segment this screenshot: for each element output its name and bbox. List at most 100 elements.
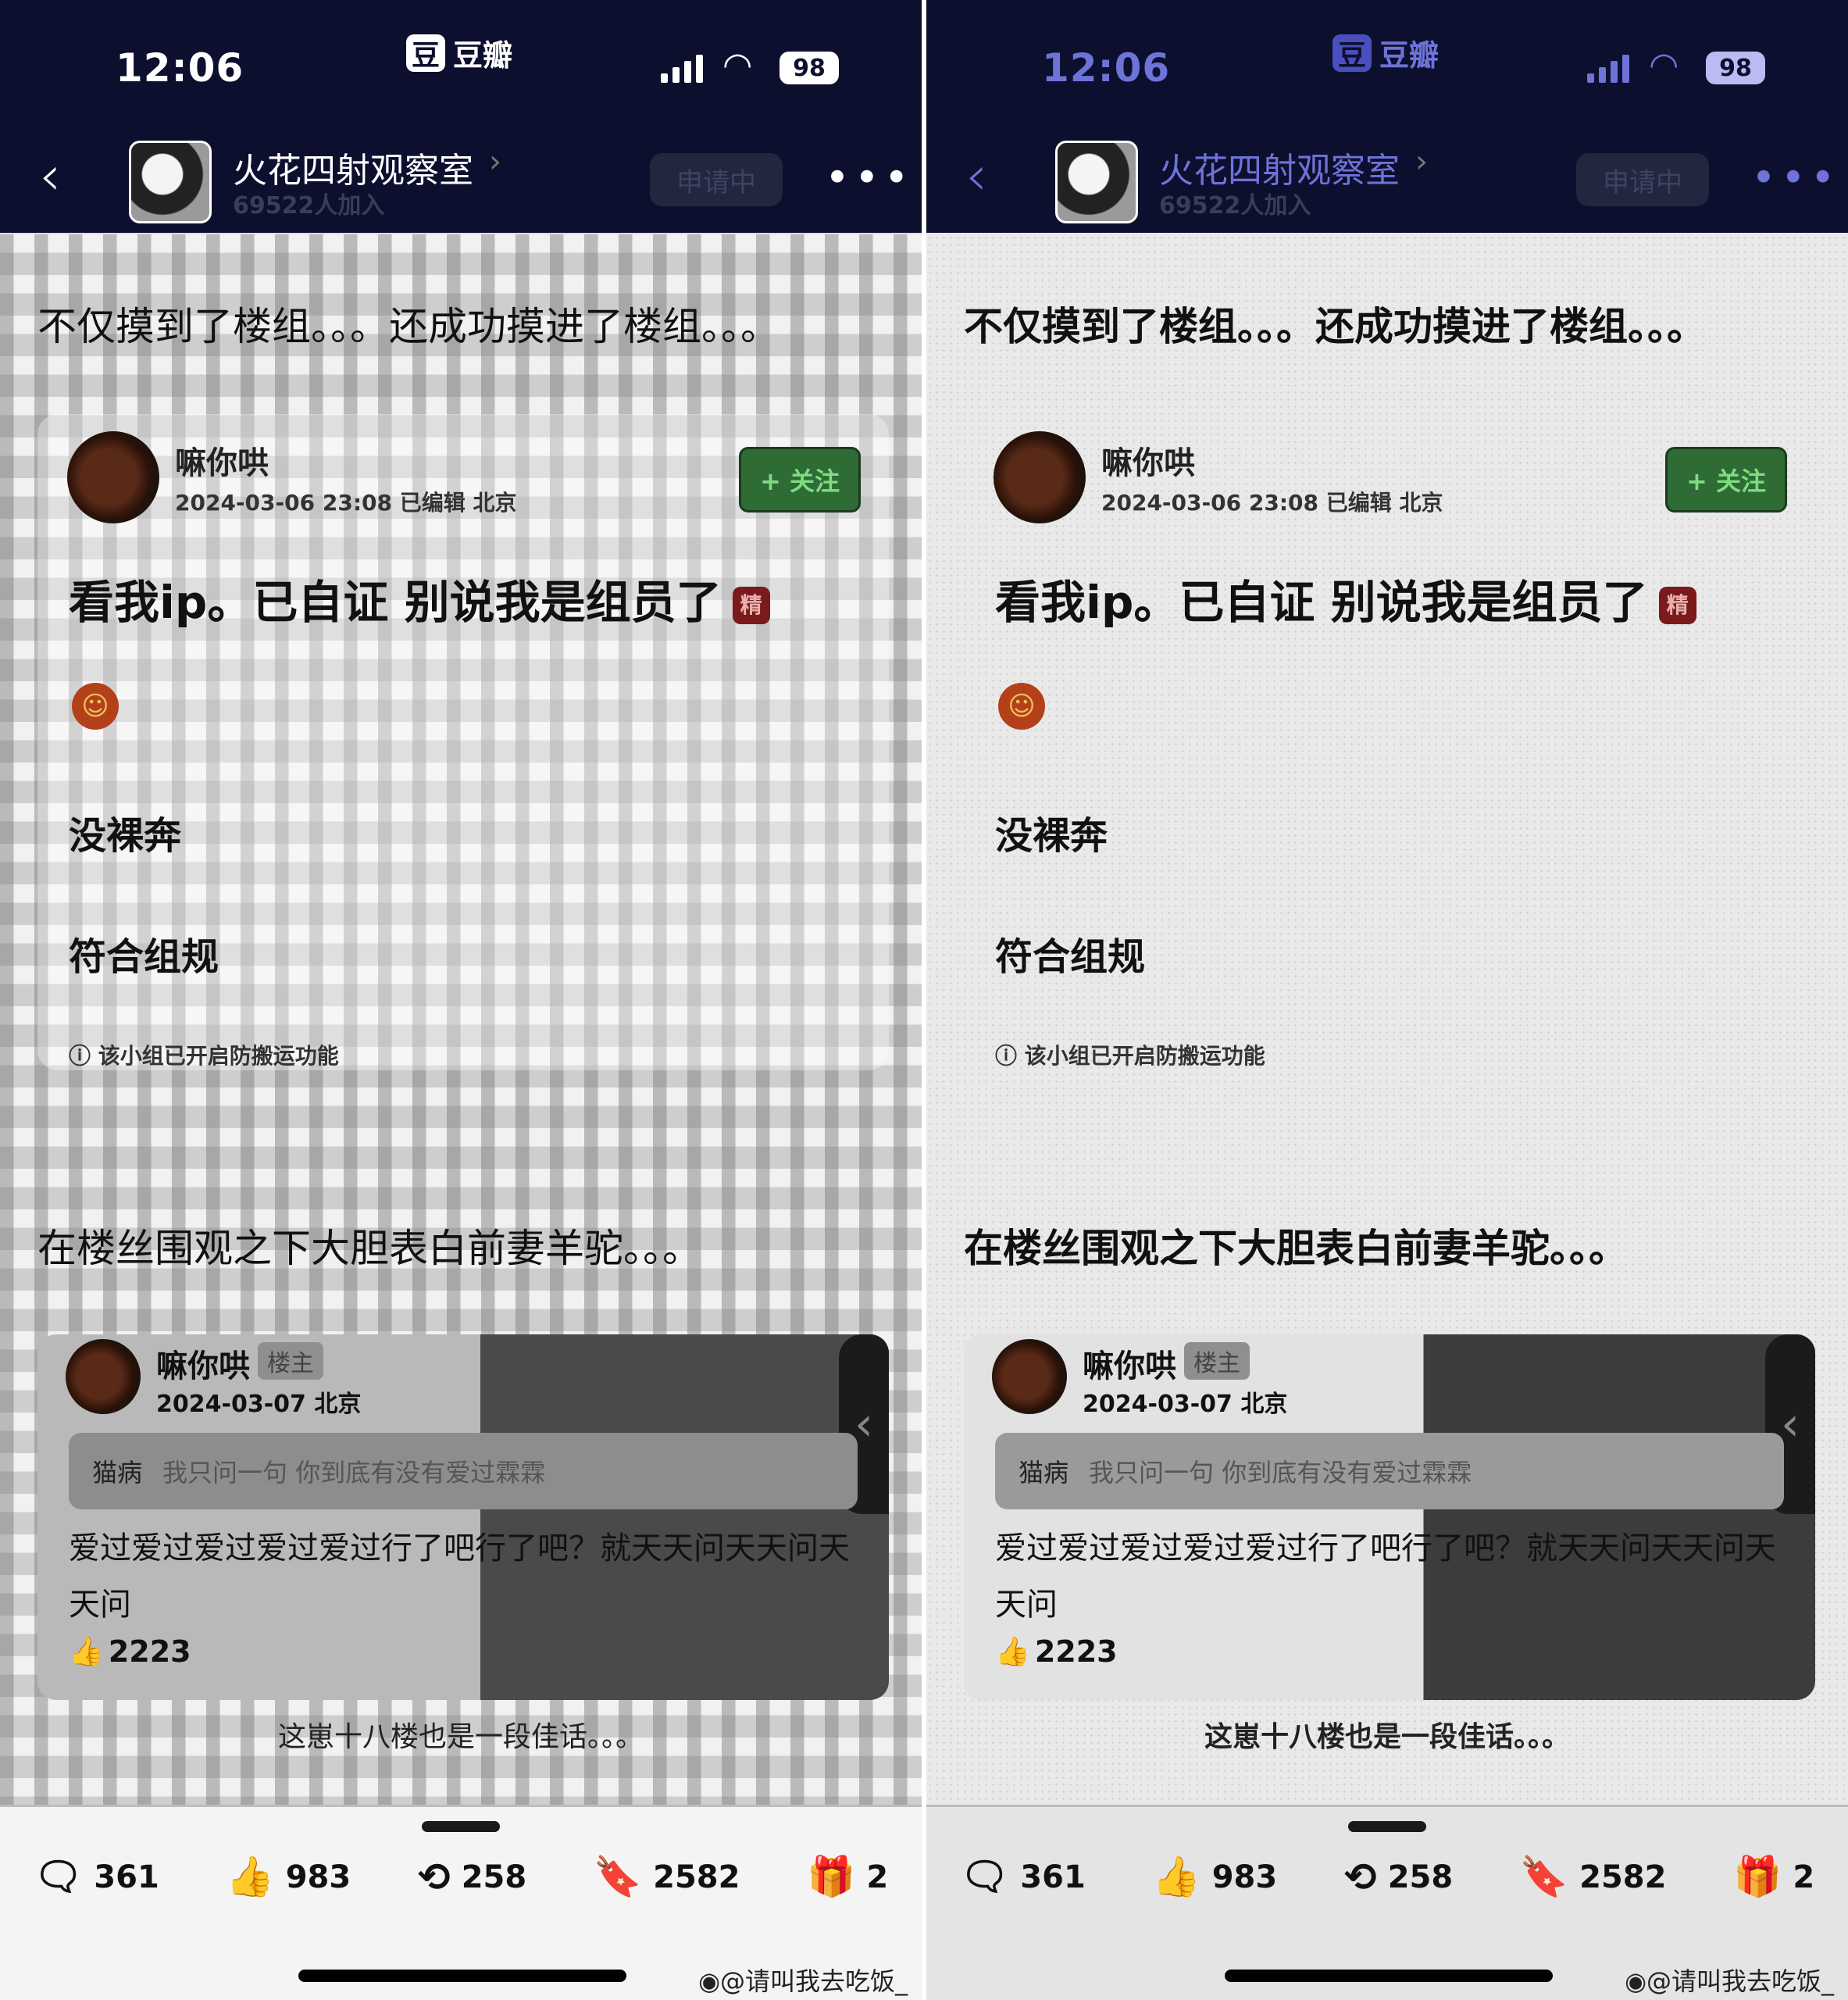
gift-count: 2 [1793, 1859, 1815, 1895]
comment-button[interactable]: 🗨 361 [960, 1854, 1086, 1900]
reply-username[interactable]: 嘛你哄 [156, 1341, 250, 1386]
wifi-icon: ◠ [722, 45, 753, 85]
save-button[interactable]: 🔖 2582 [1520, 1854, 1667, 1900]
post-line-2: 符合组规 [69, 935, 219, 979]
bookmark-icon: 🔖 [593, 1854, 643, 1899]
home-indicator [298, 1970, 626, 1982]
op-tag: 楼主 [1184, 1342, 1250, 1380]
avatar[interactable] [992, 1339, 1067, 1414]
chevron-right-icon[interactable]: › [1415, 144, 1428, 180]
apply-button[interactable]: 申请中 [650, 153, 783, 206]
emoji-icon: ☺ [72, 683, 119, 730]
post-title: 看我ip。已自证 别说我是组员了精 [69, 566, 770, 631]
post-line-1: 没裸奔 [995, 814, 1108, 858]
home-indicator [1225, 1970, 1553, 1982]
avatar[interactable] [66, 1339, 141, 1414]
caption: 这崽十八楼也是一段佳话。。。 [1204, 1721, 1570, 1753]
group-name[interactable]: 火花四射观察室 [233, 142, 473, 192]
comment-button[interactable]: 🗨 361 [34, 1854, 159, 1900]
reshare-button[interactable]: ⟲ 258 [418, 1855, 526, 1900]
quote-name: 猫病 [92, 1458, 143, 1488]
chevron-left-icon[interactable]: ‹ [39, 148, 61, 203]
anti-repost-note: ⓘ 该小组已开启防搬运功能 [69, 1043, 339, 1069]
headline-2: 在楼丝围观之下大胆表白前妻羊驼。。。 [964, 1226, 1628, 1271]
douban-logo-icon: 豆 [406, 34, 445, 72]
post-username[interactable]: 嘛你哄 [175, 438, 269, 483]
headline-1: 不仅摸到了楼组。。。还成功摸进了楼组。。。 [964, 304, 1706, 349]
reply-body: 爱过爱过爱过爱过爱过行了吧行了吧？就天天问天天问天天问 [69, 1530, 850, 1623]
watermark-text: @请叫我去吃饭_ [1646, 1966, 1834, 1996]
post-card: 嘛你哄 2024-03-06 23:08 已编辑 北京 + 关注 看我ip。已自… [964, 414, 1815, 1070]
action-list: 🗨 361 👍 983 ⟲ 258 🔖 2582 🎁 2 [926, 1854, 1848, 1900]
drag-handle[interactable] [422, 1821, 500, 1832]
top-bar: 12:06 豆 豆瓣 ◠ 98 ‹ 火花四射观察室 › 69522人加入 申请中… [0, 0, 922, 233]
apply-button[interactable]: 申请中 [1576, 153, 1709, 206]
reply-like-count: 2223 [1034, 1634, 1118, 1669]
chevron-left-icon[interactable]: ‹ [965, 148, 987, 203]
avatar[interactable] [994, 431, 1086, 523]
reshare-count: 258 [461, 1859, 527, 1895]
follow-button[interactable]: + 关注 [739, 447, 861, 512]
follow-button[interactable]: + 关注 [1665, 447, 1787, 512]
reshare-count: 258 [1387, 1859, 1454, 1895]
post-meta: 2024-03-06 23:08 已编辑 北京 [175, 490, 517, 516]
quote-text: 我只问一句 你到底有没有爱过霖霖 [1089, 1458, 1472, 1488]
gift-icon: 🎁 [1733, 1854, 1782, 1899]
thumbs-up-icon: 👍 [226, 1854, 275, 1899]
quote-name: 猫病 [1019, 1458, 1069, 1488]
comment-count: 361 [1020, 1859, 1086, 1895]
reply-likes[interactable]: 👍 2223 [69, 1634, 191, 1669]
comment-icon: 🗨 [33, 1854, 84, 1899]
douban-logo-icon: 豆 [1332, 34, 1372, 72]
reply-meta: 2024-03-07 北京 [1083, 1391, 1288, 1418]
reshare-icon: ⟲ [1343, 1854, 1377, 1900]
reply-likes[interactable]: 👍 2223 [995, 1634, 1118, 1669]
post-meta: 2024-03-06 23:08 已编辑 北京 [1101, 490, 1443, 516]
headline-2: 在楼丝围观之下大胆表白前妻羊驼。。。 [37, 1226, 701, 1271]
post-title: 看我ip。已自证 别说我是组员了精 [995, 566, 1696, 631]
thumbs-up-icon: 👍 [995, 1636, 1030, 1668]
chevron-right-icon[interactable]: › [489, 144, 501, 180]
featured-badge: 精 [1658, 586, 1696, 624]
like-button[interactable]: 👍 983 [1152, 1854, 1277, 1900]
group-members: 69522人加入 [233, 192, 385, 220]
app-indicator: 豆 豆瓣 [1332, 31, 1439, 74]
quoted-reply: 猫病 我只问一句 你到底有没有爱过霖霖 [69, 1433, 858, 1509]
post-card: 嘛你哄 2024-03-06 23:08 已编辑 北京 + 关注 看我ip。已自… [37, 414, 889, 1070]
group-name[interactable]: 火花四射观察室 [1159, 142, 1400, 192]
avatar[interactable] [67, 431, 159, 523]
gift-button[interactable]: 🎁 2 [1733, 1854, 1814, 1900]
comment-icon: 🗨 [959, 1854, 1010, 1899]
reshare-icon: ⟲ [417, 1854, 451, 1900]
gift-icon: 🎁 [807, 1854, 856, 1899]
reply-like-count: 2223 [108, 1634, 191, 1669]
status-time: 12:06 [116, 45, 244, 91]
like-button[interactable]: 👍 983 [226, 1854, 351, 1900]
save-count: 2582 [653, 1859, 740, 1895]
save-button[interactable]: 🔖 2582 [594, 1854, 740, 1900]
more-icon[interactable]: ••• [1751, 153, 1840, 202]
quoted-reply: 猫病 我只问一句 你到底有没有爱过霖霖 [995, 1433, 1784, 1509]
post-title-text: 看我ip。已自证 别说我是组员了 [995, 576, 1648, 629]
signal-icon [1587, 52, 1629, 83]
group-avatar[interactable] [129, 141, 212, 223]
wifi-icon: ◠ [1649, 45, 1679, 85]
more-icon[interactable]: ••• [825, 153, 914, 202]
reshare-button[interactable]: ⟲ 258 [1344, 1855, 1453, 1900]
action-bar: 🗨 361 👍 983 ⟲ 258 🔖 2582 🎁 2 ◉@请叫我去吃饭_ [926, 1805, 1848, 2000]
post-title-text: 看我ip。已自证 别说我是组员了 [69, 576, 722, 629]
like-count: 983 [285, 1859, 351, 1895]
anti-repost-note: ⓘ 该小组已开启防搬运功能 [995, 1043, 1265, 1069]
drag-handle[interactable] [1348, 1821, 1426, 1832]
post-line-1: 没裸奔 [69, 814, 182, 858]
group-members: 69522人加入 [1159, 192, 1311, 220]
weibo-icon: ◉ [1625, 1966, 1646, 1996]
featured-badge: 精 [732, 586, 770, 624]
post-username[interactable]: 嘛你哄 [1101, 438, 1195, 483]
like-count: 983 [1211, 1859, 1278, 1895]
op-tag: 楼主 [258, 1342, 323, 1380]
post-line-2: 符合组规 [995, 935, 1146, 979]
group-avatar[interactable] [1055, 141, 1138, 223]
reply-username[interactable]: 嘛你哄 [1083, 1341, 1176, 1386]
gift-button[interactable]: 🎁 2 [807, 1854, 888, 1900]
